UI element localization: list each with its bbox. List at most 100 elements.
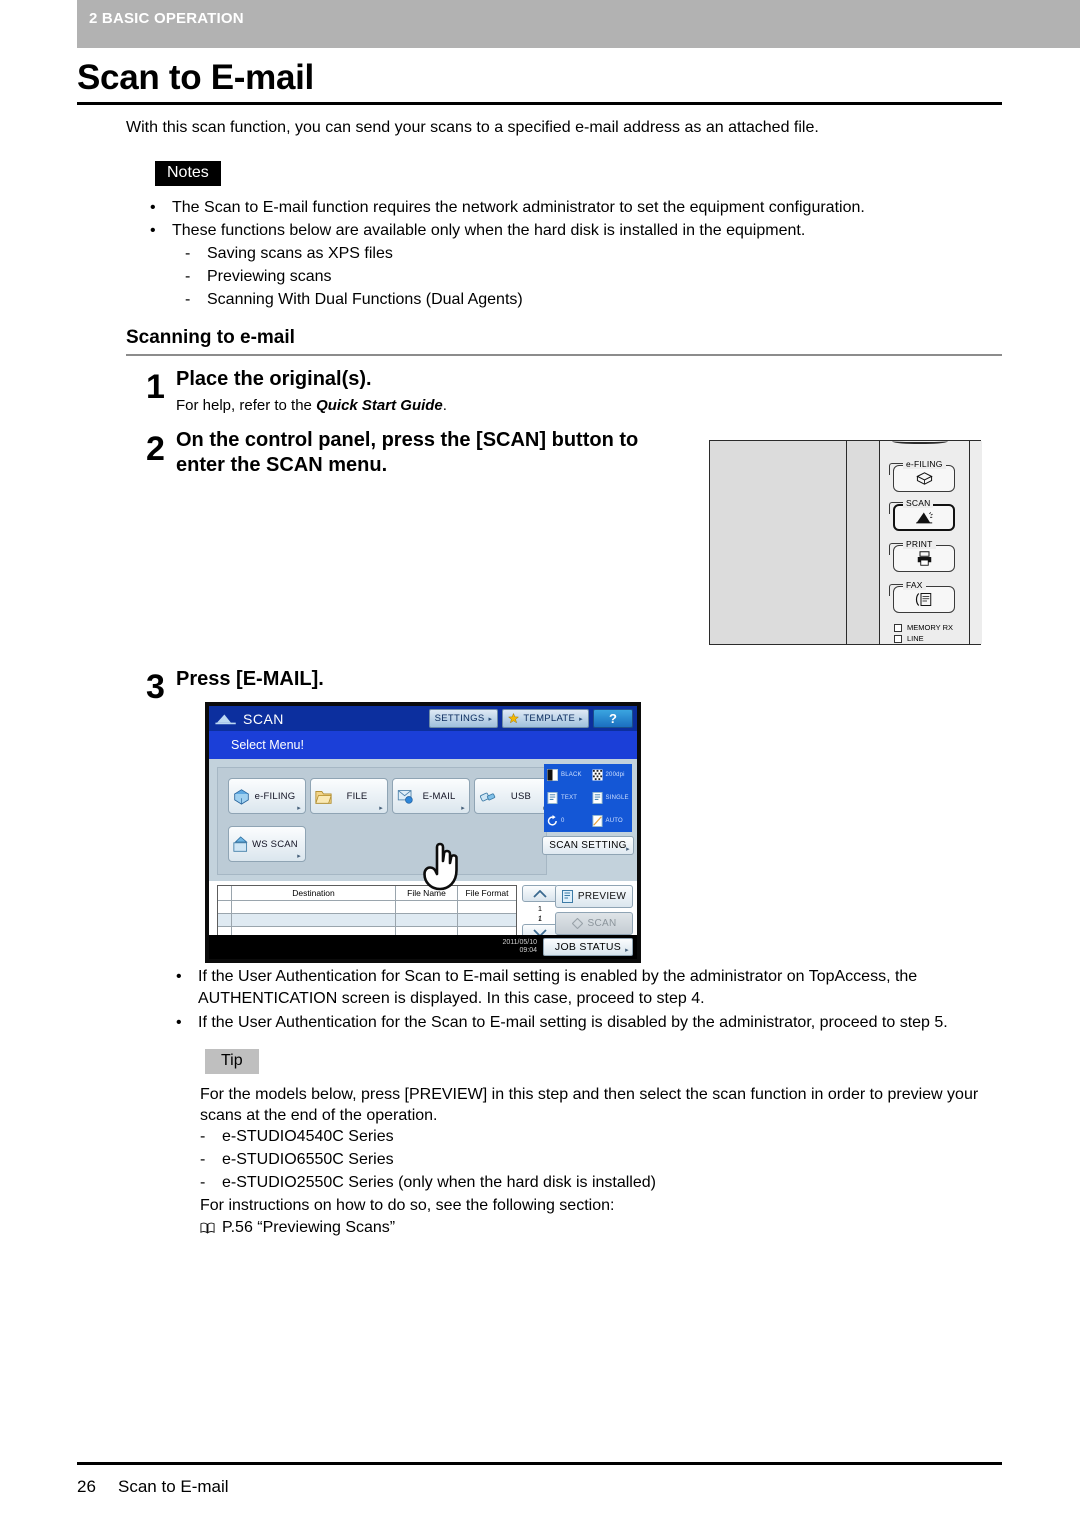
- job-status-button[interactable]: JOB STATUS ▸: [543, 938, 633, 956]
- line-lamp-icon: [894, 634, 902, 643]
- bullet-marker-icon: •: [176, 968, 182, 985]
- indicator-label-line: LINE: [907, 634, 924, 643]
- indicator-line: LINE: [894, 634, 924, 643]
- tip-model-item: - e-STUDIO6550C Series: [200, 1149, 1010, 1170]
- section-divider: [126, 354, 1002, 356]
- screen-status-bar: 2011/05/10 09:04 JOB STATUS ▸: [209, 935, 637, 959]
- dash-marker-icon: -: [200, 1174, 206, 1191]
- running-header-band: 2 BASIC OPERATION: [77, 0, 1080, 48]
- print-key-button[interactable]: [893, 545, 955, 572]
- step-2-number: 2: [146, 430, 165, 468]
- job-status-button-label: JOB STATUS: [554, 941, 622, 953]
- chevron-right-icon: ▸: [488, 715, 493, 723]
- menu-button-e-mail[interactable]: E-MAIL ▸: [392, 778, 470, 814]
- key-label-print: PRINT: [903, 539, 936, 549]
- fax-key-button[interactable]: [893, 586, 955, 613]
- tip-badge: Tip: [205, 1049, 259, 1074]
- step-1-body: Place the original(s). For help, refer t…: [176, 367, 696, 416]
- chevron-right-icon: ▸: [297, 853, 301, 860]
- scanner-icon: [215, 714, 236, 725]
- menu-button-file[interactable]: FILE ▸: [310, 778, 388, 814]
- post-step-notes: • If the User Authentication for Scan to…: [176, 966, 1016, 1036]
- table-header-row: Destination File Name File Format: [218, 886, 516, 901]
- page-up-button[interactable]: [522, 885, 558, 902]
- step-2-body: On the control panel, press the [SCAN] b…: [176, 428, 676, 478]
- control-panel-key-column: e-FILING SCAN PRINT FAX MEMORY RX LINE: [880, 441, 982, 644]
- tip-model-text: e-STUDIO2550C Series (only when the hard…: [222, 1174, 656, 1191]
- indicator-label-memory-rx: MEMORY RX: [907, 623, 953, 632]
- settings-button-label: SETTINGS: [434, 713, 485, 724]
- step-3-body: Press [E-MAIL].: [176, 667, 576, 692]
- table-row[interactable]: [218, 914, 516, 927]
- screen-main-area: e-FILING ▸ FILE ▸ E-MAIL ▸ USB WS SCAN ▸…: [209, 759, 637, 891]
- setting-original-mode: TEXT: [544, 787, 588, 809]
- chevron-right-icon: ▸: [297, 805, 301, 812]
- bullet-marker-icon: •: [150, 222, 156, 239]
- setting-resolution-label: 200dpi: [605, 772, 625, 778]
- note-subitem: - Previewing scans: [150, 266, 1010, 287]
- chevron-right-icon: ▸: [626, 846, 630, 853]
- tip-reference[interactable]: P.56 “Previewing Scans”: [200, 1217, 1010, 1238]
- bullet-marker-icon: •: [150, 199, 156, 216]
- step-2-title: On the control panel, press the [SCAN] b…: [176, 429, 639, 476]
- preview-button[interactable]: PREVIEW: [555, 885, 633, 908]
- tip-model-text: e-STUDIO4540C Series: [222, 1128, 394, 1145]
- help-button[interactable]: ?: [593, 709, 633, 728]
- dash-marker-icon: -: [200, 1151, 206, 1168]
- key-label-scan: SCAN: [903, 498, 934, 508]
- preview-button-label: PREVIEW: [577, 891, 627, 902]
- cell-select: [218, 914, 232, 927]
- scan-setting-button[interactable]: SCAN SETTING ▸: [542, 836, 634, 855]
- title-divider: [77, 102, 1002, 105]
- tip-body: For the models below, press [PREVIEW] in…: [200, 1084, 1010, 1238]
- dash-marker-icon: -: [185, 268, 191, 285]
- footer-divider: [77, 1462, 1002, 1465]
- screen-message: Select Menu!: [209, 731, 637, 759]
- chapter-label: 2 BASIC OPERATION: [89, 10, 244, 27]
- efiling-key-button[interactable]: [893, 465, 955, 492]
- setting-rotation-label: 0: [561, 818, 565, 824]
- setting-duplex-label: SINGLE: [605, 795, 629, 801]
- menu-button-label-usb: USB: [510, 790, 532, 802]
- scan-key-button[interactable]: [893, 504, 955, 531]
- simplex-icon: [591, 792, 603, 804]
- menu-button-e-filing[interactable]: e-FILING ▸: [228, 778, 306, 814]
- original-size-icon: [591, 815, 603, 827]
- fax-icon: [915, 593, 932, 606]
- scan-setting-button-label: SCAN SETTING: [549, 840, 627, 851]
- chevron-right-icon: ▸: [461, 805, 465, 812]
- wsscan-icon: [233, 836, 248, 852]
- page-total: 1: [537, 914, 543, 923]
- setting-rotation: 0: [544, 810, 588, 832]
- cell-file-format: [458, 901, 516, 914]
- table-row[interactable]: [218, 901, 516, 914]
- menu-button-label-file: FILE: [346, 790, 368, 802]
- note-text: These functions below are available only…: [172, 222, 806, 239]
- step-3-title: Press [E-MAIL].: [176, 668, 324, 690]
- settings-button[interactable]: SETTINGS ▸: [428, 709, 499, 728]
- menu-button-ws-scan[interactable]: WS SCAN ▸: [228, 826, 306, 862]
- setting-original-size: AUTO: [588, 810, 632, 832]
- cell-destination: [232, 914, 396, 927]
- post-step-bullet: • If the User Authentication for Scan to…: [176, 966, 1016, 1010]
- screen-title-bar: SCAN SETTINGS ▸ TEMPLATE ▸ ?: [209, 706, 637, 731]
- control-panel-right-edge: [968, 441, 970, 644]
- chevron-right-icon: ▸: [579, 715, 583, 723]
- menu-button-usb[interactable]: USB ▸: [474, 778, 552, 814]
- section-heading: Scanning to e-mail: [126, 327, 295, 348]
- template-button[interactable]: TEMPLATE ▸: [502, 709, 589, 728]
- step-1-title: Place the original(s).: [176, 368, 372, 390]
- note-bullet: • These functions below are available on…: [150, 220, 1010, 241]
- control-panel-illustration: e-FILING SCAN PRINT FAX MEMORY RX LINE: [709, 440, 982, 645]
- setting-original-size-label: AUTO: [605, 818, 623, 824]
- table-header-destination: Destination: [232, 886, 396, 901]
- screen-toolbar: SETTINGS ▸ TEMPLATE ▸ ?: [428, 709, 633, 728]
- post-step-bullet-text: If the User Authentication for Scan to E…: [198, 968, 918, 1007]
- post-step-bullet: • If the User Authentication for the Sca…: [176, 1012, 1016, 1034]
- efiling-icon: [915, 472, 933, 485]
- scan-icon: [915, 511, 933, 523]
- scan-start-button[interactable]: SCAN: [555, 912, 633, 935]
- bullet-marker-icon: •: [176, 1014, 182, 1031]
- footer-page-number: 26: [77, 1477, 96, 1496]
- clock-date: 2011/05/10: [502, 938, 537, 946]
